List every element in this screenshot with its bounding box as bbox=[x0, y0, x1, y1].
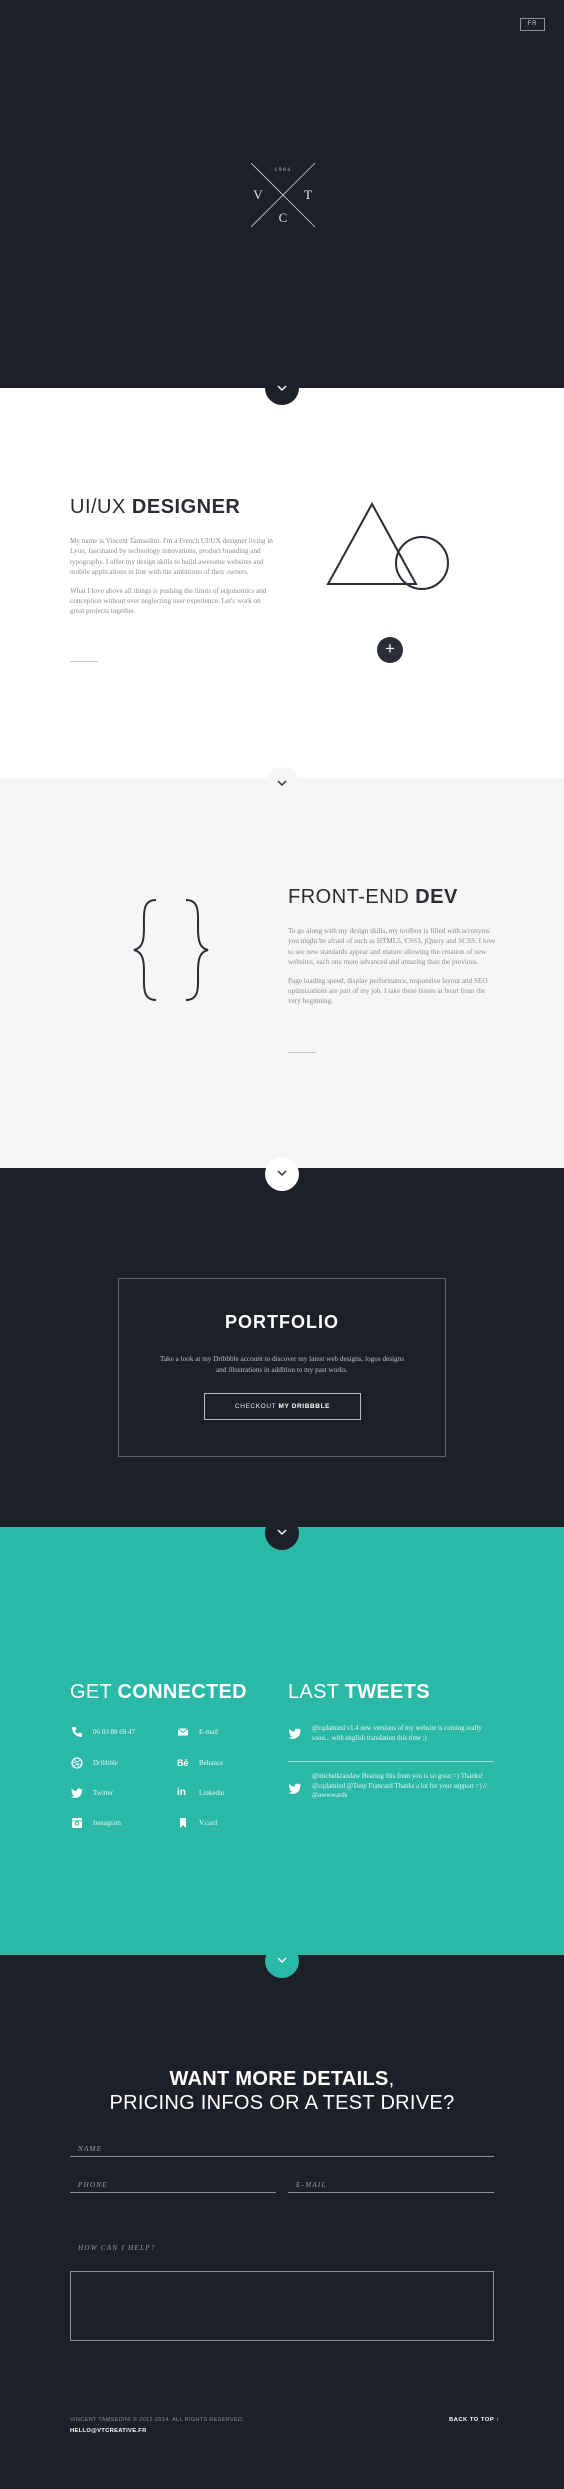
contact-label: Instagram bbox=[93, 1819, 121, 1827]
chevron-down-icon bbox=[277, 1170, 287, 1176]
logo-letter-v: V bbox=[253, 187, 263, 202]
scroll-down-button[interactable] bbox=[265, 767, 299, 801]
chevron-down-icon bbox=[277, 385, 287, 391]
chevron-down-icon bbox=[277, 1529, 287, 1535]
hero-section: FR 1984 V T C bbox=[0, 0, 564, 388]
tweet-divider bbox=[288, 1761, 494, 1762]
contact-dribbble[interactable]: Dribbble bbox=[71, 1756, 161, 1770]
title-bold: CONNECTED bbox=[117, 1681, 247, 1703]
contact-label: Dribbble bbox=[93, 1759, 118, 1767]
contact-vcard[interactable]: V.card bbox=[177, 1816, 257, 1830]
scroll-down-button[interactable] bbox=[265, 1516, 299, 1550]
contact-phone[interactable]: 06 03 88 69 47 bbox=[71, 1725, 161, 1739]
designer-title: UI/UX DESIGNER bbox=[70, 496, 240, 519]
dev-paragraph: Page loading speed, display performance,… bbox=[288, 976, 488, 1006]
designer-description: My name is Vincent Tamsedini. I'm a Fren… bbox=[70, 536, 276, 617]
title-light: LAST bbox=[288, 1681, 345, 1703]
bookmark-icon bbox=[180, 1818, 186, 1828]
portfolio-title: PORTFOLIO bbox=[225, 1312, 339, 1332]
scroll-down-button[interactable] bbox=[265, 1944, 299, 1978]
get-connected-title: GET CONNECTED bbox=[70, 1681, 247, 1704]
dev-paragraph: To go along with my design skills, my to… bbox=[288, 927, 496, 967]
contact-label: Linkedin bbox=[199, 1789, 225, 1797]
title-bold: TWEETS bbox=[344, 1681, 430, 1703]
tweet-item: @michelkrandaw Hearing this from you is … bbox=[288, 1772, 494, 1812]
contact-behance[interactable]: Bē Behance bbox=[177, 1756, 257, 1770]
dribbble-icon bbox=[71, 1757, 83, 1769]
logo-letter-c: C bbox=[279, 210, 288, 225]
triangle-circle-illustration bbox=[326, 501, 449, 590]
footer-email-link[interactable]: HELLO@VTCREATIVE.FR bbox=[70, 2428, 147, 2434]
dev-title: FRONT-END DEV bbox=[288, 886, 458, 909]
contact-label: E-mail bbox=[199, 1728, 219, 1736]
divider bbox=[288, 1052, 316, 1053]
logo-year: 1984 bbox=[275, 167, 292, 173]
contact-label: V.card bbox=[199, 1819, 217, 1827]
twitter-icon bbox=[288, 1783, 301, 1794]
email-field[interactable]: E-MAIL bbox=[288, 2179, 494, 2193]
tweet-text: @cqdamind v1.4 new versions of my websit… bbox=[312, 1725, 482, 1742]
message-label: HOW CAN I HELP? bbox=[78, 2244, 156, 2252]
behance-icon: Bē bbox=[177, 1758, 189, 1768]
expand-plus-button[interactable]: + bbox=[377, 637, 403, 663]
frontend-dev-section: FRONT-END DEV To go along with my design… bbox=[0, 778, 564, 1168]
contact-instagram[interactable]: Instagram bbox=[71, 1816, 161, 1830]
contact-section: WANT MORE DETAILS, PRICING INFOS OR A TE… bbox=[0, 1955, 564, 2489]
portfolio-text: Take a look at my Dribbble account to di… bbox=[159, 1355, 405, 1374]
portfolio-section: PORTFOLIO Take a look at my Dribbble acc… bbox=[0, 1168, 564, 1527]
curly-braces-illustration bbox=[133, 899, 209, 1001]
mail-icon bbox=[177, 1728, 189, 1736]
twitter-icon bbox=[71, 1788, 83, 1798]
language-switch-button[interactable]: FR bbox=[520, 18, 545, 31]
logo-letter-t: T bbox=[304, 187, 312, 202]
contact-linkedin[interactable]: in Linkedin bbox=[177, 1786, 257, 1800]
chevron-down-icon bbox=[277, 780, 287, 786]
title-light: GET bbox=[70, 1681, 118, 1703]
checkout-dribbble-button[interactable]: CHECKOUT MY DRIBBBLE bbox=[204, 1393, 361, 1420]
contact-twitter[interactable]: Twitter bbox=[71, 1786, 161, 1800]
contact-label: 06 03 88 69 47 bbox=[93, 1728, 135, 1736]
contact-label: Behance bbox=[199, 1759, 224, 1767]
contact-subtitle: PRICING INFOS OR A TEST DRIVE? bbox=[109, 2092, 455, 2114]
name-field[interactable]: NAME bbox=[70, 2143, 494, 2157]
tweet-item: @cqdamind v1.4 new versions of my websit… bbox=[288, 1724, 494, 1754]
scroll-down-button[interactable] bbox=[265, 371, 299, 405]
contact-title-comma: , bbox=[388, 2068, 395, 2090]
contact-email[interactable]: E-mail bbox=[177, 1725, 257, 1739]
phone-field[interactable]: PHONE bbox=[70, 2179, 276, 2193]
button-label-light: CHECKOUT bbox=[234, 1403, 279, 1410]
phone-icon bbox=[72, 1727, 82, 1737]
dev-title-bold: DEV bbox=[415, 886, 458, 908]
scroll-down-button[interactable] bbox=[265, 1157, 299, 1191]
dev-title-light: FRONT-END bbox=[288, 886, 416, 908]
tweet-text: @michelkrandaw Hearing this from you is … bbox=[312, 1773, 488, 1800]
phone-placeholder: PHONE bbox=[78, 2181, 108, 2189]
email-placeholder: E-MAIL bbox=[296, 2181, 327, 2189]
dev-description: To go along with my design skills, my to… bbox=[288, 926, 496, 1007]
vtc-logo: 1984 V T C bbox=[250, 162, 316, 228]
chevron-down-icon bbox=[277, 1957, 287, 1963]
portfolio-box: PORTFOLIO Take a look at my Dribbble acc… bbox=[118, 1278, 446, 1457]
twitter-icon bbox=[288, 1728, 301, 1739]
back-to-top-link[interactable]: BACK TO TOP ↑ bbox=[449, 2417, 500, 2423]
contact-title-bold: WANT MORE DETAILS bbox=[169, 2068, 389, 2090]
designer-paragraph: My name is Vincent Tamsedini. I'm a Fren… bbox=[70, 537, 273, 577]
connected-section: GET CONNECTED LAST TWEETS 06 03 88 69 47… bbox=[0, 1527, 564, 1955]
designer-title-bold: DESIGNER bbox=[131, 496, 241, 518]
name-placeholder: NAME bbox=[78, 2145, 103, 2153]
contact-title: WANT MORE DETAILS, bbox=[0, 2068, 564, 2091]
designer-title-light: UI/UX bbox=[70, 496, 132, 518]
message-textarea[interactable] bbox=[70, 2271, 494, 2341]
designer-section: UI/UX DESIGNER My name is Vincent Tamsed… bbox=[0, 388, 564, 778]
last-tweets-title: LAST TWEETS bbox=[288, 1681, 430, 1704]
designer-paragraph: What I love above all things is pushing … bbox=[70, 586, 267, 616]
divider bbox=[70, 661, 98, 662]
button-label-bold: MY DRIBBBLE bbox=[278, 1403, 331, 1410]
linkedin-icon: in bbox=[177, 1787, 186, 1798]
contact-label: Twitter bbox=[93, 1789, 114, 1797]
copyright-text: VINCENT TAMSEDINI © 2012-2014. ALL RIGHT… bbox=[70, 2417, 245, 2423]
instagram-icon bbox=[72, 1818, 82, 1828]
